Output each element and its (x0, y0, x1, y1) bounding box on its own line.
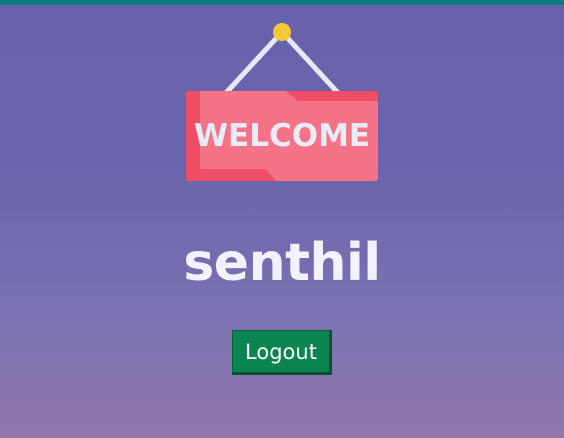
welcome-sign-icon: WELCOME (180, 20, 384, 186)
welcome-sign-text: WELCOME (194, 118, 370, 154)
logout-button[interactable]: Logout (232, 330, 332, 375)
username-heading: senthil (183, 233, 381, 293)
top-accent-bar (0, 0, 564, 5)
